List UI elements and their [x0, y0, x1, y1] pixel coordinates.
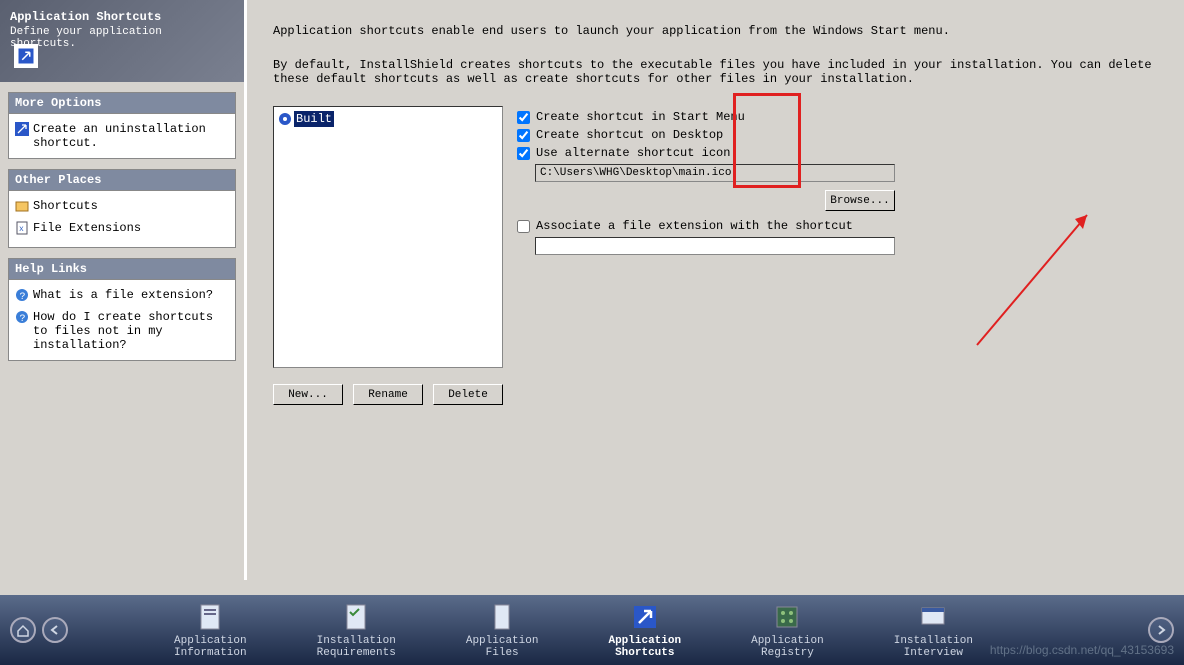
shortcut-tree[interactable]: Built	[273, 106, 503, 368]
nav-label2: Requirements	[317, 647, 396, 659]
main-pane: Application shortcuts enable end users t…	[247, 0, 1184, 580]
nav-label2: Files	[486, 647, 519, 659]
label-start-menu: Create shortcut in Start Menu	[536, 110, 745, 124]
label-alt-icon: Use alternate shortcut icon:	[536, 146, 738, 160]
more-options-header: More Options	[9, 93, 235, 114]
svg-text:?: ?	[20, 292, 26, 302]
browse-button[interactable]: Browse...	[825, 190, 895, 211]
checkbox-desktop[interactable]	[517, 129, 530, 142]
nav-label: Application	[608, 635, 681, 647]
help-file-extension[interactable]: ? What is a file extension?	[15, 286, 229, 308]
nav-label2: Shortcuts	[615, 647, 674, 659]
nav-label2: Interview	[904, 647, 963, 659]
other-shortcuts[interactable]: Shortcuts	[15, 197, 229, 219]
label-desktop: Create shortcut on Desktop	[536, 128, 723, 142]
back-button[interactable]	[42, 617, 68, 643]
registry-icon	[772, 602, 802, 632]
watermark: https://blog.csdn.net/qq_43153693	[990, 643, 1174, 657]
nav-install-requirements[interactable]: Installation Requirements	[317, 602, 396, 659]
item-label: What is a file extension?	[33, 288, 229, 302]
item-label: How do I create shortcuts to files not i…	[33, 310, 229, 352]
nav-label: Application	[751, 635, 824, 647]
icon-path-input[interactable]	[535, 164, 895, 182]
shortcut-icon	[14, 44, 38, 68]
file-icon: x	[15, 221, 29, 239]
nav-label2: Registry	[761, 647, 814, 659]
file-icon	[487, 602, 517, 632]
help-links-header: Help Links	[9, 259, 235, 280]
item-label: Create an uninstallation shortcut.	[33, 122, 229, 150]
help-links-panel: Help Links ? What is a file extension? ?…	[8, 258, 236, 361]
dialog-icon	[918, 602, 948, 632]
tree-item-built[interactable]: Built	[278, 111, 498, 127]
checkbox-assoc-ext[interactable]	[517, 220, 530, 233]
other-places-header: Other Places	[9, 170, 235, 191]
page-subtitle: Define your application shortcuts.	[10, 26, 234, 50]
help-create-shortcuts[interactable]: ? How do I create shortcuts to files not…	[15, 308, 229, 354]
checklist-icon	[341, 602, 371, 632]
nav-app-files[interactable]: Application Files	[466, 602, 539, 659]
item-label: Shortcuts	[33, 199, 229, 213]
nav-app-information[interactable]: Application Information	[174, 602, 247, 659]
help-icon: ?	[15, 288, 29, 306]
tree-item-label: Built	[294, 111, 334, 127]
shortcut-icon	[630, 602, 660, 632]
nav-install-interview[interactable]: Installation Interview	[894, 602, 973, 659]
app-icon	[278, 112, 292, 126]
more-options-panel: More Options Create an uninstallation sh…	[8, 92, 236, 159]
nav-label: Installation	[894, 635, 973, 647]
nav-label: Application	[466, 635, 539, 647]
svg-text:?: ?	[20, 314, 26, 324]
checkbox-start-menu[interactable]	[517, 111, 530, 124]
forward-button[interactable]	[1148, 617, 1174, 643]
document-icon	[195, 602, 225, 632]
nav-label: Application	[174, 635, 247, 647]
other-places-panel: Other Places Shortcuts x File Extensions	[8, 169, 236, 248]
checkbox-alt-icon[interactable]	[517, 147, 530, 160]
extension-input[interactable]	[535, 237, 895, 255]
nav-label2: Information	[174, 647, 247, 659]
page-title: Application Shortcuts	[10, 10, 234, 24]
nav-app-shortcuts[interactable]: Application Shortcuts	[608, 602, 681, 659]
description-1: Application shortcuts enable end users t…	[273, 24, 1158, 38]
header-block: Application Shortcuts Define your applic…	[0, 0, 244, 82]
create-uninstall-shortcut[interactable]: Create an uninstallation shortcut.	[15, 120, 229, 152]
item-label: File Extensions	[33, 221, 229, 235]
nav-app-registry[interactable]: Application Registry	[751, 602, 824, 659]
delete-button[interactable]: Delete	[433, 384, 503, 405]
description-2: By default, InstallShield creates shortc…	[273, 58, 1158, 86]
left-pane: Application Shortcuts Define your applic…	[0, 0, 247, 580]
label-assoc-ext: Associate a file extension with the shor…	[536, 219, 853, 233]
help-icon: ?	[15, 310, 29, 328]
rename-button[interactable]: Rename	[353, 384, 423, 405]
folder-icon	[15, 199, 29, 217]
home-button[interactable]	[10, 617, 36, 643]
new-button[interactable]: New...	[273, 384, 343, 405]
svg-text:x: x	[19, 225, 24, 234]
shortcut-small-icon	[15, 122, 29, 140]
nav-label: Installation	[317, 635, 396, 647]
other-file-extensions[interactable]: x File Extensions	[15, 219, 229, 241]
